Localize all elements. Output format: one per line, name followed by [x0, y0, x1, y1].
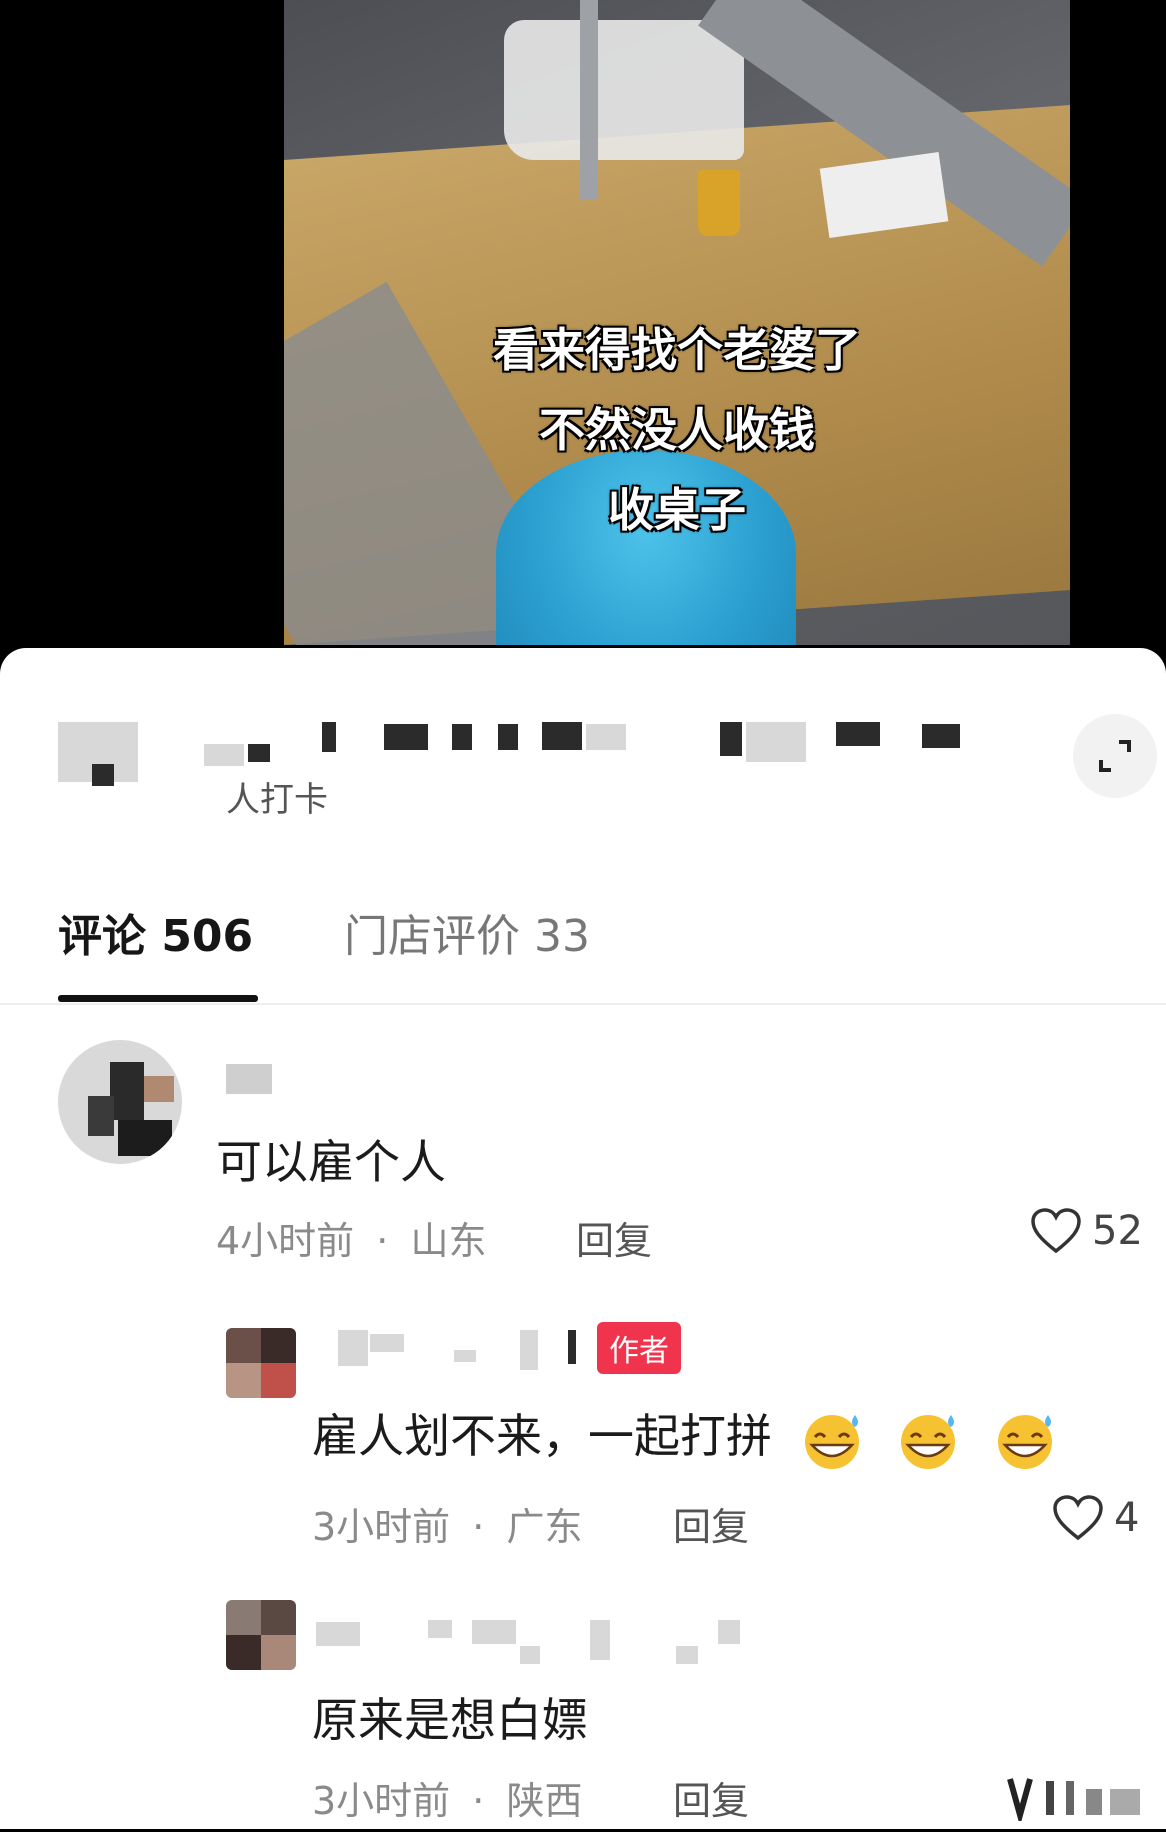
meta-separator: ·: [376, 1219, 389, 1263]
video-paper-cup: [698, 170, 740, 236]
cold-sweat-grin-emoji: [901, 1414, 956, 1469]
reply-button[interactable]: 回复: [673, 1770, 749, 1825]
like-button[interactable]: 52: [1030, 1207, 1143, 1255]
like-count: 52: [1092, 1208, 1143, 1254]
like-count: 4: [1114, 1495, 1140, 1541]
heart-icon: [1053, 1495, 1103, 1541]
meta-separator: ·: [472, 1505, 485, 1549]
checkin-count-text: 人打卡: [226, 780, 328, 820]
comment-text: 可以雇个人: [216, 1135, 446, 1189]
watermark-logo: [1006, 1775, 1146, 1832]
active-tab-indicator: [58, 995, 258, 1002]
comment-time: 4小时前: [216, 1219, 355, 1263]
comment-meta: 4小时前 · 山东: [216, 1210, 486, 1265]
username-pixelated[interactable]: [226, 1064, 272, 1094]
tab-store-reviews[interactable]: 门店评价 33: [344, 900, 590, 964]
video-caption-line: 不然没人收钱: [539, 403, 815, 457]
video-trash-bags: [504, 20, 744, 160]
comment-text: 雇人划不来，一起打拼: [312, 1400, 1062, 1471]
like-button[interactable]: 4: [1052, 1494, 1139, 1542]
reply-button[interactable]: 回复: [576, 1210, 652, 1265]
video-caption-line: 看来得找个老婆了: [493, 323, 861, 377]
author-badge: 作者: [597, 1322, 681, 1374]
heart-icon: [1031, 1208, 1081, 1254]
comment-meta: 3小时前 · 陕西: [312, 1770, 582, 1825]
comment-location: 山东: [410, 1219, 487, 1263]
comment-text: 原来是想白嫖: [312, 1693, 588, 1747]
comment-text-body: 雇人划不来，一起打拼: [312, 1409, 772, 1463]
video-caption-line: 收桌子: [608, 483, 746, 537]
comment-location: 陕西: [506, 1779, 583, 1823]
expand-icon: [1099, 740, 1131, 772]
cold-sweat-grin-emoji: [997, 1414, 1052, 1469]
divider: [0, 1003, 1166, 1005]
comment-meta: 3小时前 · 广东: [312, 1496, 582, 1551]
reply-button[interactable]: 回复: [673, 1496, 749, 1551]
avatar[interactable]: [226, 1328, 296, 1398]
avatar[interactable]: [58, 1040, 182, 1164]
video-table-leg: [580, 0, 598, 200]
tab-comments[interactable]: 评论 506: [58, 900, 253, 964]
comment-location: 广东: [506, 1505, 583, 1549]
comment-tabs: 评论 506 门店评价 33: [0, 900, 1166, 1004]
expand-button[interactable]: [1073, 714, 1157, 798]
avatar[interactable]: [226, 1600, 296, 1670]
cold-sweat-grin-emoji: [804, 1414, 859, 1469]
video-player[interactable]: 看来得找个老婆了 不然没人收钱 收桌子: [0, 0, 1166, 650]
video-frame: 看来得找个老婆了 不然没人收钱 收桌子: [284, 0, 1070, 645]
comment-time: 3小时前: [312, 1505, 451, 1549]
comment-time: 3小时前: [312, 1779, 451, 1823]
meta-separator: ·: [472, 1779, 485, 1823]
